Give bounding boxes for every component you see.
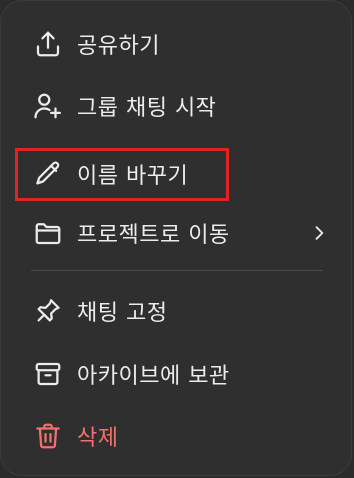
delete-menu-item[interactable]: 삭제	[15, 409, 339, 463]
pin-chat-menu-item[interactable]: 채팅 고정	[15, 284, 339, 338]
archive-menu-item[interactable]: 아카이브에 보관	[15, 347, 339, 401]
share-label: 공유하기	[77, 34, 160, 59]
trash-icon	[33, 421, 63, 451]
rename-menu-item[interactable]: 이름 바꾸기	[15, 147, 339, 201]
delete-label: 삭제	[77, 426, 119, 451]
archive-label: 아카이브에 보관	[77, 364, 230, 389]
menu-divider	[31, 270, 323, 271]
pin-icon	[33, 296, 63, 326]
folder-icon	[33, 218, 63, 248]
pin-chat-label: 채팅 고정	[77, 301, 168, 326]
start-group-chat-menu-item[interactable]: 그룹 채팅 시작	[15, 79, 339, 133]
share-menu-item[interactable]: 공유하기	[15, 17, 339, 71]
pencil-icon	[33, 159, 63, 189]
rename-label: 이름 바꾸기	[77, 164, 189, 189]
context-menu: 공유하기 그룹 채팅 시작 이름 바꾸기 프로젝트로 이동 채팅 고정 아카이브…	[0, 0, 352, 476]
archive-icon	[33, 359, 63, 389]
chevron-right-icon	[309, 223, 329, 243]
add-person-icon	[33, 91, 63, 121]
start-group-chat-label: 그룹 채팅 시작	[77, 96, 217, 121]
share-icon	[33, 29, 63, 59]
move-to-project-label: 프로젝트로 이동	[77, 223, 230, 248]
move-to-project-menu-item[interactable]: 프로젝트로 이동	[15, 206, 339, 260]
